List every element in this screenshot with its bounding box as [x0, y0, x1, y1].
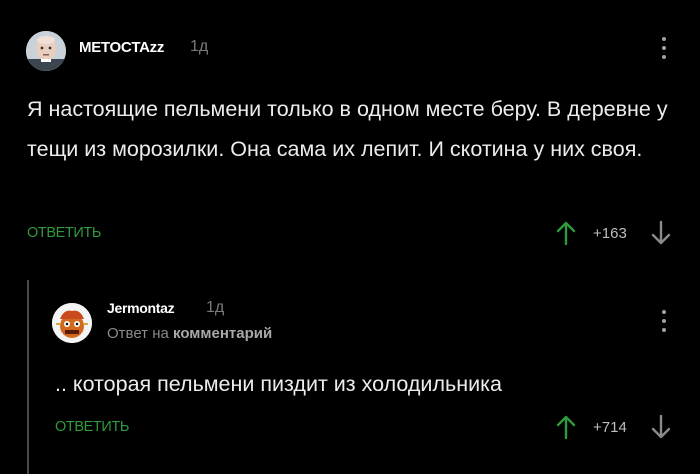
comment-reply: Jermontaz 1д Ответ на комментарий .. кот…	[0, 280, 700, 474]
avatar[interactable]	[52, 303, 92, 343]
arrow-down-icon[interactable]	[649, 220, 673, 246]
arrow-down-icon[interactable]	[649, 414, 673, 440]
timestamp: 1д	[190, 38, 209, 55]
comment-text: Я настоящие пельмени только в одном мест…	[27, 97, 668, 161]
reply-button[interactable]: ОТВЕТИТЬ	[55, 419, 129, 435]
reply-to-link[interactable]: комментарий	[173, 325, 272, 342]
reply-to-label: Ответ на комментарий	[107, 325, 272, 342]
vote-score: +163	[593, 225, 627, 242]
comment-text: .. которая пельмени пиздит из холодильни…	[55, 372, 502, 396]
more-vertical-icon[interactable]	[662, 37, 668, 64]
reply-to-prefix: Ответ на	[107, 325, 169, 342]
arrow-up-icon[interactable]	[554, 220, 578, 246]
avatar[interactable]	[26, 31, 66, 71]
avatar-photo-icon	[26, 31, 66, 71]
comment: METOCTAzz 1д Я настоящие пельмени только…	[0, 0, 700, 262]
timestamp: 1д	[206, 299, 225, 316]
username[interactable]: Jermontaz	[107, 300, 175, 316]
more-vertical-icon[interactable]	[662, 310, 668, 337]
arrow-up-icon[interactable]	[554, 414, 578, 440]
username[interactable]: METOCTAzz	[79, 39, 164, 56]
avatar-cartoon-icon	[52, 303, 92, 343]
vote-score: +714	[593, 419, 627, 436]
reply-button[interactable]: ОТВЕТИТЬ	[27, 225, 101, 241]
